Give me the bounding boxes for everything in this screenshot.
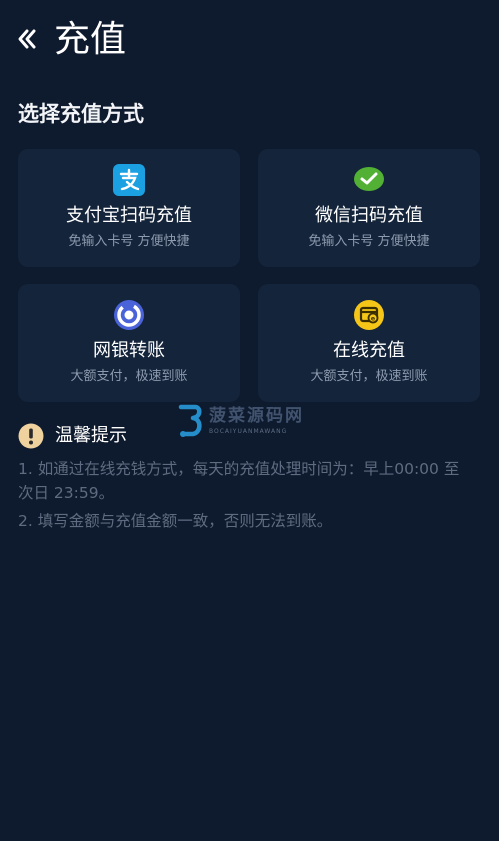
svg-text:e: e: [371, 315, 376, 323]
alipay-method-card[interactable]: 支付宝扫码充值 免输入卡号 方便快捷: [18, 149, 240, 267]
page-title: 充值: [54, 19, 127, 60]
online-recharge-method-card[interactable]: e 在线充值 大额支付，极速到账: [258, 284, 480, 402]
tips-list: 1. 如通过在线充钱方式，每天的充值处理时间为：早上00:00 至次日 23:5…: [18, 457, 464, 537]
watermark: 菠菜源码网 BOCAIYUANMAWANG: [175, 403, 325, 441]
watermark-text: 菠菜源码网: [209, 406, 304, 426]
tip-item: 1. 如通过在线充钱方式，每天的充值处理时间为：早上00:00 至次日 23:5…: [18, 460, 460, 502]
card-subtitle: 大额支付，极速到账: [70, 369, 188, 384]
watermark-subtext: BOCAIYUANMAWANG: [209, 428, 288, 435]
bank-icon: [114, 300, 144, 330]
wechat-icon: [354, 167, 384, 191]
alipay-icon: [113, 164, 145, 196]
card-subtitle: 免输入卡号 方便快捷: [308, 234, 430, 249]
card-title: 微信扫码充值: [315, 205, 423, 226]
tips-title: 温馨提示: [55, 425, 127, 446]
card-title: 网银转账: [93, 340, 165, 361]
header: 充值: [0, 0, 499, 84]
tip-item: 2. 填写金额与充值金额一致，否则无法到账。: [18, 512, 333, 530]
online-pay-icon: e: [354, 300, 384, 330]
card-title: 支付宝扫码充值: [66, 205, 192, 226]
wechat-method-card[interactable]: 微信扫码充值 免输入卡号 方便快捷: [258, 149, 480, 267]
card-subtitle: 大额支付，极速到账: [310, 369, 428, 384]
watermark-logo-icon: [178, 404, 202, 437]
warning-icon: [18, 423, 44, 449]
bank-transfer-method-card[interactable]: 网银转账 大额支付，极速到账: [18, 284, 240, 402]
section-title: 选择充值方式: [18, 102, 144, 126]
recharge-page: 充值 选择充值方式 支付宝扫码充值 免输入卡号 方便快捷 微信扫码充值 免输入卡…: [0, 0, 499, 841]
chevron-double-left-icon: [18, 29, 36, 49]
card-subtitle: 免输入卡号 方便快捷: [68, 234, 190, 249]
card-title: 在线充值: [333, 340, 405, 361]
back-button[interactable]: [14, 22, 44, 56]
